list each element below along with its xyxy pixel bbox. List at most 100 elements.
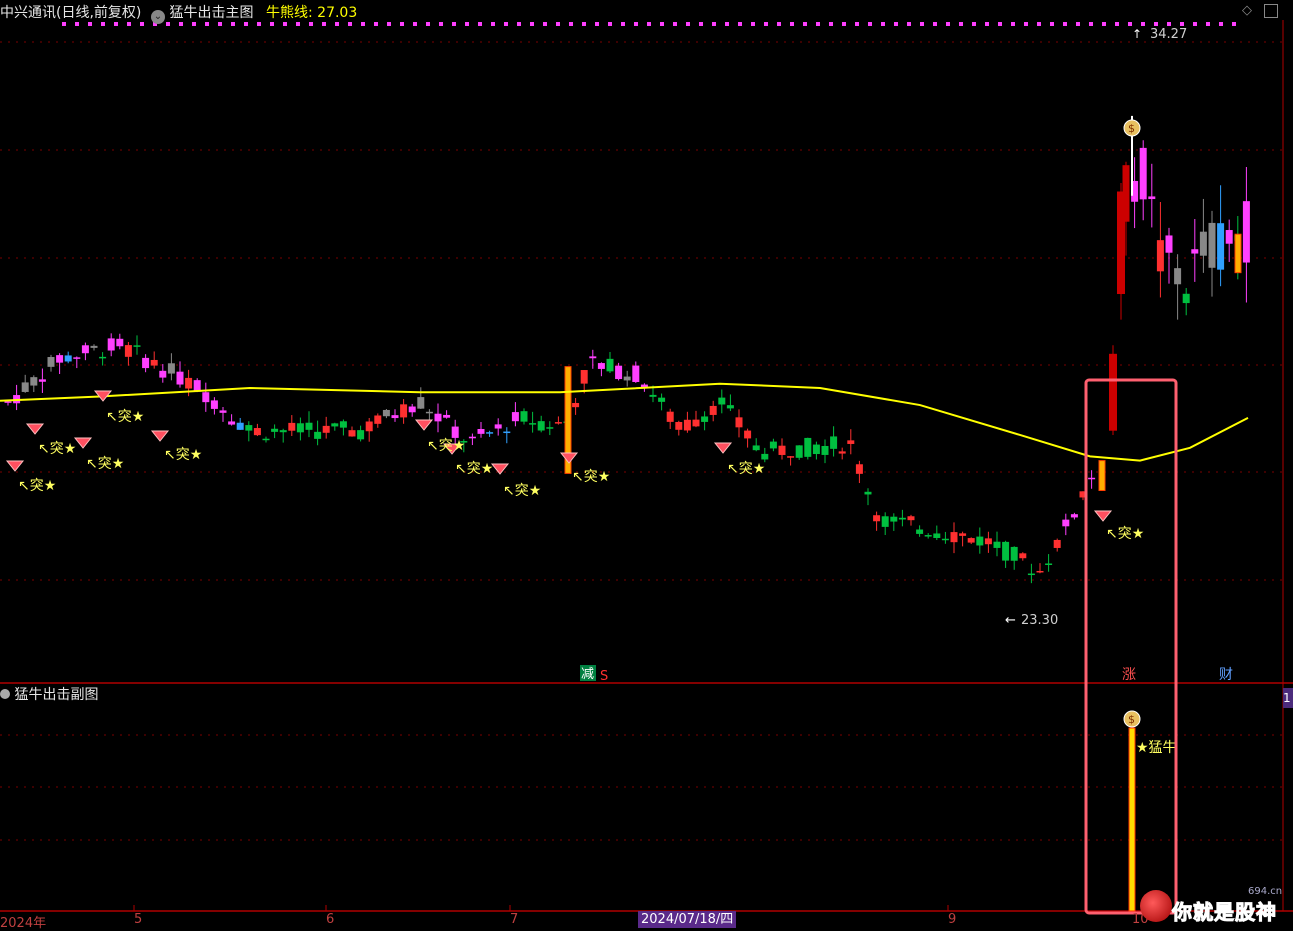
candle-body bbox=[1002, 541, 1010, 561]
top-dot bbox=[257, 22, 261, 26]
top-dot bbox=[322, 22, 326, 26]
indicator-name: 猛牛出击主图 bbox=[169, 5, 254, 21]
candle-body bbox=[417, 397, 425, 409]
candle-body bbox=[1010, 546, 1018, 561]
candle-body bbox=[305, 422, 313, 430]
candle-body bbox=[1156, 240, 1164, 272]
candle-body bbox=[21, 382, 29, 392]
candle-body bbox=[890, 516, 898, 522]
chevron-down-icon[interactable]: ⌄ bbox=[151, 10, 165, 24]
candle-body bbox=[692, 419, 700, 427]
x-label-jun: 6 bbox=[326, 912, 335, 927]
top-dot bbox=[634, 22, 638, 26]
tu-star-label: ↖突★ bbox=[38, 441, 76, 457]
candle-body bbox=[30, 377, 38, 386]
candle-body bbox=[959, 533, 967, 536]
candle-body bbox=[1088, 477, 1096, 480]
candle-body bbox=[124, 345, 132, 357]
high-price-label: 34.27 bbox=[1150, 27, 1187, 42]
tu-star-label: ↖突★ bbox=[503, 483, 541, 499]
settings-icon[interactable] bbox=[0, 689, 10, 699]
candle-body bbox=[1109, 353, 1117, 431]
low-price-label: 23.30 bbox=[1021, 613, 1058, 628]
candle-body bbox=[675, 422, 683, 430]
top-dot bbox=[699, 22, 703, 26]
x-label-may: 5 bbox=[134, 912, 143, 927]
candle-body bbox=[830, 436, 838, 449]
watermark: 你就是股神 694.cn bbox=[1140, 886, 1290, 926]
top-dot bbox=[595, 22, 599, 26]
gem-icon bbox=[1093, 510, 1113, 522]
top-dot bbox=[465, 22, 469, 26]
candle-body bbox=[537, 421, 545, 431]
candle-body bbox=[1199, 231, 1207, 256]
candle-body bbox=[520, 411, 528, 422]
date-cursor: 2024/07/18/四 bbox=[638, 911, 737, 928]
top-dot bbox=[803, 22, 807, 26]
cai-badge: 财 bbox=[1219, 667, 1233, 683]
candle-body bbox=[924, 535, 932, 537]
candle-body bbox=[1208, 222, 1216, 268]
candle-body bbox=[99, 356, 107, 359]
top-dot bbox=[1141, 22, 1145, 26]
candle-body bbox=[400, 404, 408, 418]
top-dot bbox=[1128, 22, 1132, 26]
top-dot bbox=[959, 22, 963, 26]
money-bag-symbol: $ bbox=[1128, 122, 1135, 135]
candle-body bbox=[881, 516, 889, 527]
top-dot bbox=[556, 22, 560, 26]
candle-body bbox=[374, 415, 382, 424]
candle-body bbox=[752, 445, 760, 451]
candle-body bbox=[56, 355, 64, 363]
top-dot bbox=[309, 22, 313, 26]
candle-body bbox=[1053, 539, 1061, 548]
top-dot bbox=[374, 22, 378, 26]
window-icon[interactable] bbox=[1264, 4, 1278, 18]
candle-body bbox=[649, 394, 657, 397]
top-dot bbox=[1050, 22, 1054, 26]
top-dot bbox=[140, 22, 144, 26]
mengniu-label: ★猛牛 bbox=[1136, 740, 1177, 756]
candle-body bbox=[262, 438, 270, 441]
gem-icon bbox=[25, 423, 45, 435]
gem-icon bbox=[559, 452, 579, 464]
candle-body bbox=[898, 517, 906, 520]
candle-body bbox=[253, 428, 261, 436]
candle-body bbox=[228, 421, 236, 425]
sub-panel-title[interactable]: 猛牛出击副图 bbox=[0, 684, 98, 704]
candlesticks bbox=[4, 115, 1250, 584]
candle-body bbox=[1148, 196, 1156, 200]
top-dot bbox=[1115, 22, 1119, 26]
stock-title[interactable]: 中兴通讯(日线,前复权) bbox=[0, 2, 141, 22]
top-dot bbox=[127, 22, 131, 26]
candle-body bbox=[322, 425, 330, 433]
candle-body bbox=[838, 451, 846, 454]
candle-body bbox=[632, 365, 640, 382]
kline-chart[interactable]: ↖突★ ↖突★ ↖突★ ↖突★ ↖突★ ↖突★ ↖突★ ↖突★ ↖突★ ↖突★ ↖突★ $ $ ↑ 34.2… bbox=[0, 0, 1293, 929]
top-dot bbox=[881, 22, 885, 26]
stock-name: 中兴通讯(日线,前复权) bbox=[0, 5, 142, 21]
top-dot bbox=[387, 22, 391, 26]
top-dot bbox=[283, 22, 287, 26]
top-dot bbox=[1063, 22, 1067, 26]
candle-body bbox=[623, 376, 631, 381]
indicator-selector[interactable]: ⌄ 猛牛出击主图 bbox=[151, 2, 253, 24]
candle-body bbox=[142, 357, 150, 369]
candle-body bbox=[1070, 514, 1078, 518]
gem-icon bbox=[414, 419, 434, 431]
candle-body bbox=[331, 423, 339, 427]
top-dot bbox=[1076, 22, 1080, 26]
top-dot bbox=[1089, 22, 1093, 26]
top-dot bbox=[504, 22, 508, 26]
x-label-jul: 7 bbox=[510, 912, 519, 927]
candle-body bbox=[726, 405, 734, 409]
right-badge: 1 bbox=[1283, 688, 1293, 708]
candle-body bbox=[864, 491, 872, 495]
top-dot bbox=[1219, 22, 1223, 26]
gem-icon bbox=[5, 460, 25, 472]
candle-body-strong bbox=[1098, 460, 1106, 492]
tu-star-label: ↖突★ bbox=[18, 478, 56, 494]
candle-body bbox=[348, 430, 356, 437]
diamond-icon[interactable]: ◇ bbox=[1240, 4, 1254, 18]
tu-star-label: ↖突★ bbox=[572, 469, 610, 485]
